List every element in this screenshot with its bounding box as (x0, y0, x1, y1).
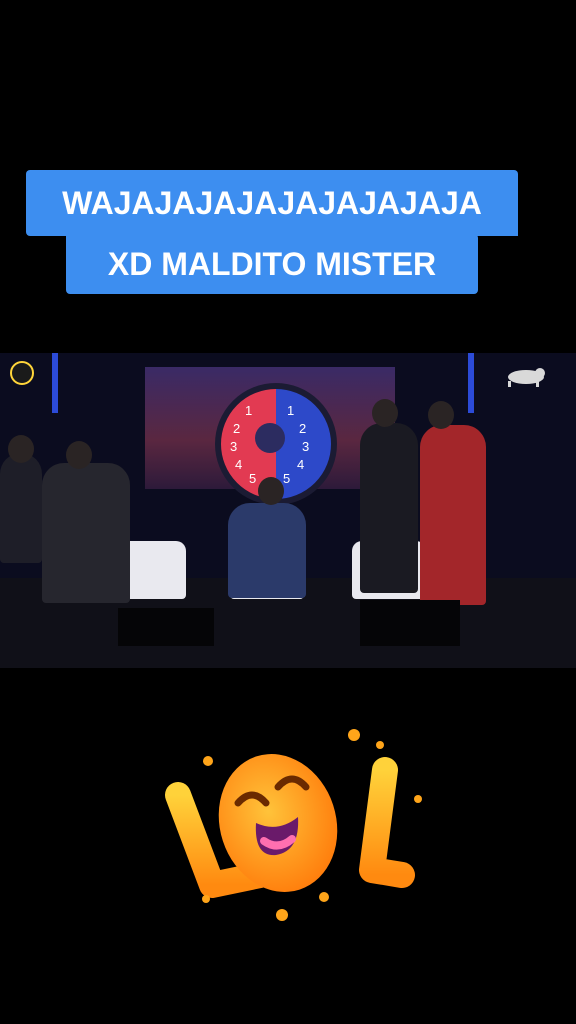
wheel-number-right-5: 5 (283, 471, 290, 486)
person-head (428, 401, 454, 429)
lol-sticker-icon (165, 729, 422, 921)
person-left-group (42, 463, 130, 603)
stage-light-pillar (52, 353, 58, 413)
person-left-edge (0, 453, 42, 563)
wheel-number-right-4: 4 (297, 457, 304, 472)
wheel-number-left-5: 5 (249, 471, 256, 486)
caption-line-1: WAJAJAJAJAJAJAJAJAJA (26, 170, 518, 236)
person-head (258, 477, 284, 505)
wheel-number-left-1: 1 (245, 403, 252, 418)
video-frame[interactable]: 1 2 3 4 5 1 2 3 4 5 (0, 353, 576, 668)
caption-line-2: XD MALDITO MISTER (66, 234, 478, 294)
wheel-number-right-1: 1 (287, 403, 294, 418)
stage-speaker (360, 600, 460, 646)
bull-logo-icon (508, 368, 545, 387)
person-seated-center (228, 503, 306, 598)
person-rapper-red (420, 425, 486, 605)
person-rapper-black (360, 423, 418, 593)
wheel-number-right-2: 2 (299, 421, 306, 436)
wheel-number-right-3: 3 (302, 439, 309, 454)
event-logo-icon (10, 361, 34, 385)
stage-light-pillar (468, 353, 474, 413)
stage-speaker (118, 608, 214, 646)
person-head (66, 441, 92, 469)
wheel-number-left-2: 2 (233, 421, 240, 436)
wheel-number-left-3: 3 (230, 439, 237, 454)
person-head (372, 399, 398, 427)
person-head (8, 435, 34, 463)
wheel-number-left-4: 4 (235, 457, 242, 472)
